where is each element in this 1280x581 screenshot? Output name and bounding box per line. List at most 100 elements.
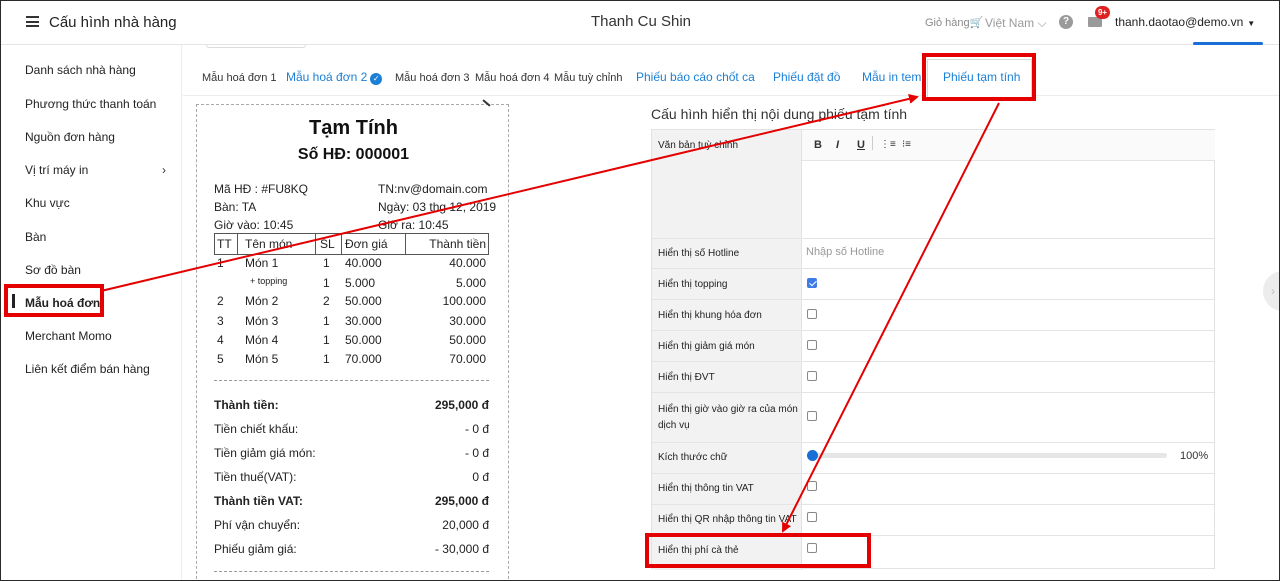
column-header-qty: SL [320, 237, 335, 251]
receipt-row-no: 2 [217, 294, 224, 308]
italic-button[interactable]: I [836, 139, 839, 151]
summary-value: 0 đ [472, 470, 489, 484]
summary-value: 20,000 đ [442, 518, 489, 532]
receipt-row-qty: 1 [323, 276, 330, 290]
receipt-row-price: 30.000 [345, 314, 382, 328]
font-size-slider-track[interactable] [812, 453, 1167, 458]
sidebar-item-restaurant-list[interactable]: Danh sách nhà hàng [25, 63, 136, 77]
option-unit-label: Hiển thị ĐVT [658, 372, 715, 383]
column-header-price: Đơn giá [345, 237, 388, 251]
receipt-row-total: 100.000 [442, 294, 486, 308]
receipt-row-price: 70.000 [345, 352, 382, 366]
receipt-divider [214, 571, 489, 572]
option-vat-qr-label: Hiển thị QR nhập thông tin VAT [658, 514, 797, 525]
table-col-line [341, 233, 342, 254]
receipt-row-no: 1 [217, 256, 224, 270]
receipt-time-in: Giờ vào: 10:45 [214, 218, 294, 232]
cart-icon: 🛒 [969, 17, 984, 29]
hotline-label: Hiển thị số Hotline [658, 248, 740, 259]
receipt-divider [214, 380, 489, 381]
language-select[interactable]: Việt Nam ⌵ [985, 16, 1047, 31]
table-col-line [488, 233, 489, 254]
option-service-time-checkbox[interactable] [807, 411, 817, 421]
receipt-row-price: 40.000 [345, 256, 382, 270]
tab-invoice-2[interactable]: Mẫu hoá đơn 2 ✓ [286, 70, 383, 85]
chevron-down-icon: ⌵ [1034, 16, 1047, 30]
menu-icon[interactable] [26, 16, 39, 27]
app-window: Cấu hình nhà hàng Thanh Cu Shin Giỏ hàng… [0, 0, 1280, 581]
option-vat-qr-checkbox[interactable] [807, 512, 817, 522]
tab-shift-report[interactable]: Phiếu báo cáo chốt ca [636, 70, 755, 84]
option-vat-label: Hiển thị thông tin VAT [658, 483, 754, 494]
receipt-row-qty: 1 [323, 333, 330, 347]
option-topping-checkbox[interactable] [807, 278, 817, 288]
option-card-fee-label: Hiển thị phí cà thẻ [658, 545, 739, 556]
tab-label-print[interactable]: Mẫu in tem [862, 70, 921, 84]
sidebar-item-table[interactable]: Bàn [25, 230, 46, 244]
sidebar-item-payment-methods[interactable]: Phương thức thanh toán [25, 97, 156, 111]
column-header-name: Tên món [245, 237, 293, 251]
row-divider [652, 238, 1214, 239]
table-col-line [405, 233, 406, 254]
option-card-fee-checkbox[interactable] [807, 543, 817, 553]
sidebar-item-pos-link[interactable]: Liên kết điểm bán hàng [25, 362, 150, 376]
sidebar-item-printer-location[interactable]: Vị trí máy in [25, 163, 88, 177]
tab-provisional-bill[interactable]: Phiếu tạm tính [943, 70, 1020, 84]
receipt-row-name: + topping [250, 276, 288, 286]
receipt-preview: Tạm Tính Số HĐ: 000001 Mã HĐ : #FU8KQ TN… [196, 104, 509, 580]
sidebar [1, 45, 182, 580]
tab-invoice-1[interactable]: Mẫu hoá đơn 1 [202, 72, 277, 84]
hotline-input[interactable]: Nhập số Hotline [806, 246, 884, 258]
option-frame-checkbox[interactable] [807, 309, 817, 319]
receipt-row-name: Món 4 [245, 333, 279, 347]
tab-invoice-3[interactable]: Mẫu hoá đơn 3 [395, 72, 470, 84]
custom-text-editor[interactable] [803, 162, 1214, 238]
receipt-row-price: 50.000 [345, 294, 382, 308]
receipt-row-no: 4 [217, 333, 224, 347]
receipt-order-code: Mã HĐ : #FU8KQ [214, 182, 309, 196]
summary-value: - 0 đ [464, 446, 489, 460]
table-top-border [214, 233, 489, 234]
receipt-row-total: 70.000 [449, 352, 486, 366]
sidebar-item-table-map[interactable]: Sơ đồ bàn [25, 263, 81, 277]
tab-invoice-4[interactable]: Mẫu hoá đơn 4 [475, 72, 550, 84]
sidebar-item-order-sources[interactable]: Nguồn đơn hàng [25, 130, 115, 144]
bold-button[interactable]: B [814, 139, 822, 151]
table-col-line [237, 233, 238, 254]
receipt-row-total: 30.000 [449, 314, 486, 328]
font-size-value: 100% [1180, 450, 1209, 462]
table-col-line [315, 233, 316, 254]
unordered-list-icon[interactable]: ⁝≡ [902, 139, 911, 150]
custom-text-label: Văn bản tuỳ chỉnh [658, 140, 739, 151]
tab-order-ticket[interactable]: Phiếu đặt đồ [773, 70, 840, 84]
page-title: Cấu hình nhà hàng [49, 14, 177, 31]
receipt-row-name: Món 1 [245, 256, 279, 270]
ordered-list-icon[interactable]: ⋮≡ [880, 139, 896, 150]
receipt-row-price: 5.000 [345, 276, 376, 290]
summary-value: - 30,000 đ [434, 542, 489, 556]
receipt-row-no: 3 [217, 314, 224, 328]
receipt-staff: TN:nv@domain.com [378, 182, 488, 196]
sidebar-item-area[interactable]: Khu vực [25, 196, 70, 210]
column-header-no: TT [217, 237, 232, 251]
option-service-time-label: Hiển thị giờ vào giờ ra của món dịch vụ [658, 404, 798, 431]
option-unit-checkbox[interactable] [807, 371, 817, 381]
font-size-slider-handle[interactable] [807, 450, 818, 461]
chevron-right-icon: › [1271, 284, 1275, 298]
tab-custom-template[interactable]: Mẫu tuỳ chỉnh [554, 72, 622, 84]
config-table: Văn bản tuỳ chỉnh B I U ⋮≡ ⁝≡ Hiển thị s… [651, 129, 1215, 570]
summary-label: Phí vận chuyển: [214, 518, 301, 532]
help-icon[interactable]: ? [1059, 15, 1073, 29]
language-value: Việt Nam [985, 16, 1035, 30]
user-email: thanh.daotao@demo.vn [1115, 15, 1244, 29]
underline-button[interactable]: U [857, 139, 865, 151]
sidebar-item-merchant-momo[interactable]: Merchant Momo [25, 329, 112, 343]
option-item-discount-checkbox[interactable] [807, 340, 817, 350]
option-vat-checkbox[interactable] [807, 481, 817, 491]
summary-label: Thành tiền VAT: [214, 494, 303, 508]
shop-name: Thanh Cu Shin [590, 13, 692, 30]
cart-link[interactable]: Giỏ hàng🛒 [925, 16, 983, 29]
row-divider [652, 268, 1214, 269]
user-menu[interactable]: thanh.daotao@demo.vn ▼ [1115, 15, 1255, 29]
sidebar-item-invoice-template[interactable]: Mẫu hoá đơn [25, 296, 100, 310]
